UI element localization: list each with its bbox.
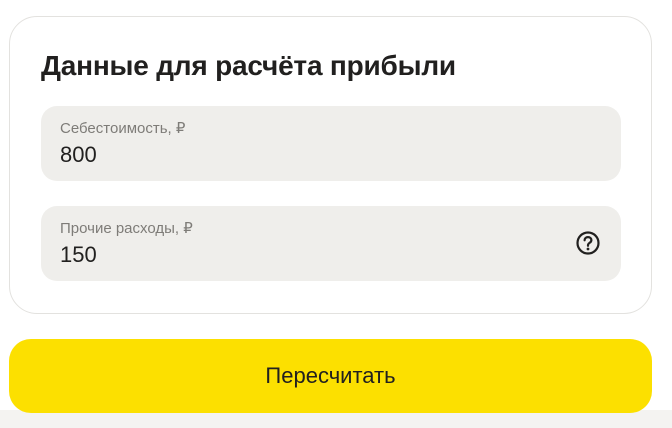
other-expenses-field[interactable]: Прочие расходы, ₽ — [41, 206, 621, 281]
recalculate-button[interactable]: Пересчитать — [9, 339, 652, 413]
profit-data-card: Данные для расчёта прибыли Себестоимость… — [9, 16, 652, 314]
other-expenses-input[interactable] — [60, 242, 540, 268]
other-expenses-label: Прочие расходы, ₽ — [60, 220, 193, 237]
help-circle-icon[interactable] — [575, 230, 601, 256]
profit-calculator-page: Данные для расчёта прибыли Себестоимость… — [0, 0, 672, 428]
card-title: Данные для расчёта прибыли — [41, 50, 456, 81]
cost-price-field[interactable]: Себестоимость, ₽ — [41, 106, 621, 181]
cost-price-input[interactable] — [60, 142, 540, 168]
cost-price-label: Себестоимость, ₽ — [60, 120, 186, 137]
page-edge — [666, 0, 672, 410]
